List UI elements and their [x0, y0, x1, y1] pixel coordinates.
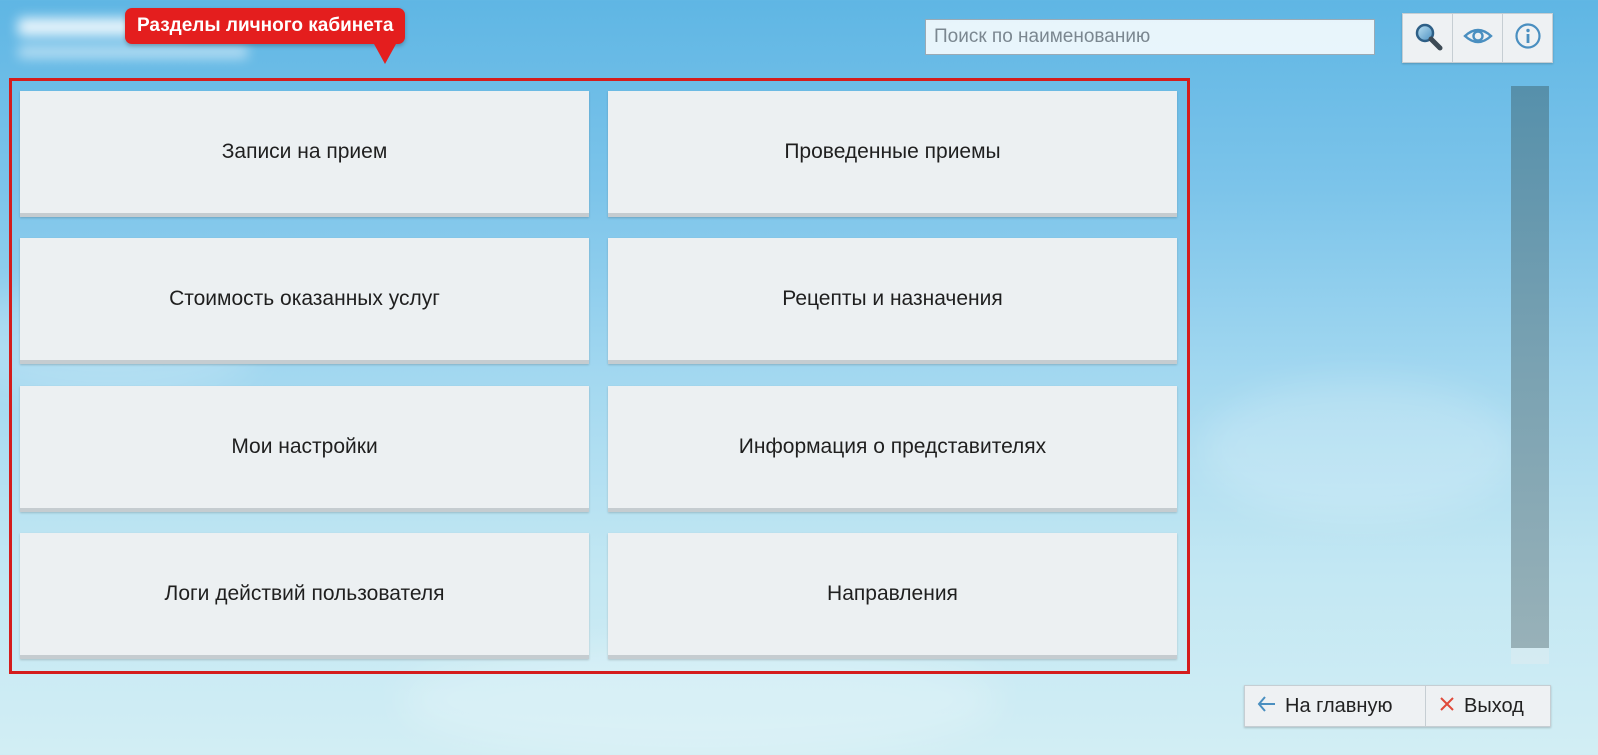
info-button[interactable] — [1503, 14, 1552, 62]
annotation-arrow — [374, 44, 396, 64]
tile-label: Записи на прием — [221, 140, 388, 163]
tile-label: Проведенные приемы — [784, 140, 1001, 163]
info-icon — [1514, 22, 1542, 55]
tile-label: Стоимость оказанных услуг — [169, 287, 440, 310]
background-cloud — [1200, 380, 1520, 520]
tile-referrals[interactable]: Направления — [608, 533, 1177, 659]
tile-my-settings[interactable]: Мои настройки — [20, 386, 589, 512]
home-button[interactable]: На главную — [1245, 686, 1426, 726]
tile-label: Мои настройки — [231, 435, 378, 458]
tile-label: Информация о представителях — [738, 435, 1047, 458]
footer-actions: На главную Выход — [1244, 685, 1551, 727]
tile-prescriptions[interactable]: Рецепты и назначения — [608, 238, 1177, 364]
scrollbar[interactable] — [1511, 86, 1549, 664]
tile-label: Рецепты и назначения — [782, 287, 1003, 310]
home-button-label: На главную — [1285, 694, 1393, 717]
eye-icon — [1462, 21, 1493, 56]
annotation-callout: Разделы личного кабинета — [125, 8, 406, 44]
exit-button[interactable]: Выход — [1426, 686, 1550, 726]
toolbar — [1402, 13, 1553, 63]
tile-appointments[interactable]: Записи на прием — [20, 91, 589, 217]
back-arrow-icon — [1257, 695, 1277, 717]
exit-button-label: Выход — [1464, 694, 1524, 717]
tile-services-cost[interactable]: Стоимость оказанных услуг — [20, 238, 589, 364]
scrollbar-thumb[interactable] — [1511, 86, 1549, 648]
visibility-button[interactable] — [1453, 14, 1503, 62]
tile-completed-visits[interactable]: Проведенные приемы — [608, 91, 1177, 217]
tile-representatives[interactable]: Информация о представителях — [608, 386, 1177, 512]
search-icon — [1413, 21, 1443, 56]
close-icon — [1438, 695, 1456, 717]
tile-label: Направления — [827, 582, 958, 605]
search-button[interactable] — [1403, 14, 1453, 62]
tile-label: Логи действий пользователя — [164, 582, 445, 605]
search-input[interactable] — [925, 19, 1375, 55]
tile-user-logs[interactable]: Логи действий пользователя — [20, 533, 589, 659]
